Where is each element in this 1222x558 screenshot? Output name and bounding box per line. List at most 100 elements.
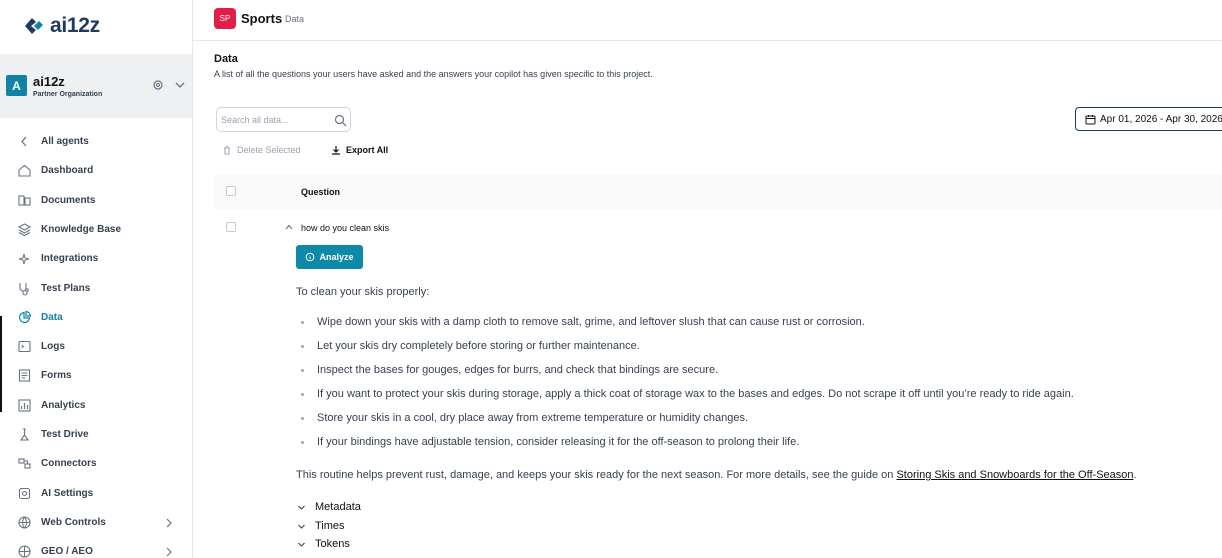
info-circle-icon: [306, 252, 315, 262]
main-content: Data A list of all the questions your us…: [193, 41, 1222, 558]
brand-name: ai12z: [50, 14, 100, 37]
connectors-icon: [18, 458, 31, 469]
chevron-down-icon: [298, 542, 305, 547]
sidebar-item-integrations[interactable]: Integrations: [0, 244, 192, 273]
org-name: ai12z: [33, 74, 65, 89]
table-header: Question: [214, 175, 1222, 209]
project-name[interactable]: Sports: [241, 11, 282, 26]
trash-icon: [224, 146, 230, 155]
sidebar-item-connectors[interactable]: Connectors: [0, 449, 192, 478]
project-header: SP Sports Data: [193, 0, 1222, 41]
sidebar-item-test-plans[interactable]: Test Plans: [0, 274, 192, 303]
test-drive-icon: [19, 428, 30, 441]
sidebar-item-ai-settings[interactable]: AI Settings: [0, 479, 192, 508]
sidebar-item-label: GEO / AEO: [41, 546, 93, 557]
pie-chart-icon: [18, 310, 32, 324]
list-item-text: Inspect the bases for gouges, edges for …: [317, 364, 719, 376]
sidebar-item-dashboard[interactable]: Dashboard: [0, 156, 192, 185]
list-item-text: If you want to protect your skis during …: [317, 388, 1074, 400]
sidebar-item-analytics[interactable]: Analytics: [0, 391, 192, 420]
page-title: Data: [214, 53, 238, 65]
sidebar-item-documents[interactable]: Documents: [0, 186, 192, 215]
sidebar-item-label: Test Drive: [41, 429, 89, 440]
chevron-down-icon[interactable]: [174, 79, 186, 91]
sidebar-item-label: Forms: [41, 370, 72, 381]
sidebar-item-label: Logs: [41, 341, 65, 352]
layers-icon: [17, 223, 32, 237]
select-all-checkbox[interactable]: [226, 186, 236, 196]
sidebar-item-label: Integrations: [41, 253, 99, 264]
section-metadata[interactable]: Metadata: [297, 501, 361, 513]
sidebar-item-label: AI Settings: [41, 488, 94, 499]
chevron-left-icon: [21, 136, 27, 147]
sidebar-item-label: All agents: [41, 136, 89, 147]
column-header-question[interactable]: Question: [301, 187, 340, 197]
documents-icon: [18, 195, 31, 206]
analytics-icon: [18, 399, 31, 412]
form-icon: [18, 369, 31, 382]
analyze-label: Analyze: [319, 252, 354, 262]
chevron-right-icon[interactable]: [164, 546, 174, 558]
section-tokens[interactable]: Tokens: [297, 538, 350, 550]
answer-intro: To clean your skis properly:: [296, 286, 430, 298]
sidebar-item-web-controls[interactable]: Web Controls: [0, 508, 192, 537]
search-icon[interactable]: [334, 114, 347, 127]
bullet-dot: [301, 393, 304, 396]
bullet-dot: [301, 345, 304, 348]
date-range-picker[interactable]: Apr 01, 2026 - Apr 30, 2026: [1075, 107, 1222, 131]
answer-outro-text: This routine helps prevent rust, damage,…: [296, 469, 897, 481]
stethoscope-icon: [19, 283, 29, 296]
geo-icon: [18, 545, 31, 558]
export-all-label: Export All: [346, 145, 389, 155]
sidebar-item-forms[interactable]: Forms: [0, 361, 192, 390]
sidebar-item-knowledge-base[interactable]: Knowledge Base: [0, 215, 192, 244]
sidebar-item-geo-aeo[interactable]: GEO / AEO: [0, 537, 192, 558]
chevron-up-icon[interactable]: [284, 223, 294, 231]
list-item-text: Let your skis dry completely before stor…: [317, 340, 640, 352]
terminal-icon: [18, 340, 31, 353]
org-switcher[interactable]: A ai12z Partner Organization: [0, 54, 192, 118]
section-times[interactable]: Times: [297, 520, 345, 532]
org-subtitle: Partner Organization: [33, 91, 103, 98]
export-all-button[interactable]: Export All: [331, 145, 388, 155]
sidebar-item-label: Web Controls: [41, 517, 106, 528]
list-item-text: Store your skis in a cool, dry place awa…: [317, 412, 749, 424]
list-item-text: If your bindings have adjustable tension…: [317, 436, 800, 448]
sidebar-item-label: Knowledge Base: [41, 224, 122, 235]
date-range-text: Apr 01, 2026 - Apr 30, 2026: [1100, 114, 1222, 125]
sidebar-item-label: Test Plans: [41, 283, 91, 294]
sidebar: ai12z A ai12z Partner Organization All a…: [0, 0, 193, 558]
delete-selected-label: Delete Selected: [237, 145, 301, 155]
brand-logo[interactable]: ai12z: [22, 14, 100, 38]
list-item-text: Wipe down your skis with a damp cloth to…: [317, 316, 865, 328]
answer-outro: This routine helps prevent rust, damage,…: [296, 469, 1137, 481]
analyze-button[interactable]: Analyze: [296, 245, 363, 269]
chevron-down-icon: [298, 505, 305, 510]
chevron-right-icon[interactable]: [164, 517, 174, 529]
chevron-down-icon: [298, 524, 305, 529]
sparkles-icon: [18, 253, 30, 265]
sidebar-item-label: Data: [41, 312, 63, 323]
section-label: Times: [315, 520, 345, 532]
sidebar-item-label: Documents: [41, 195, 96, 206]
sidebar-item-logs[interactable]: Logs: [0, 332, 192, 361]
delete-selected-button[interactable]: Delete Selected: [222, 145, 301, 155]
search-input[interactable]: [221, 112, 331, 127]
bullet-dot: [301, 417, 304, 420]
row-checkbox[interactable]: [226, 222, 236, 232]
search-box[interactable]: [216, 107, 351, 132]
sidebar-item-label: Dashboard: [41, 165, 94, 176]
bullet-dot: [301, 369, 304, 372]
calendar-icon: [1085, 115, 1096, 125]
sidebar-item-label: Connectors: [41, 458, 97, 469]
guide-link[interactable]: Storing Skis and Snowboards for the Off-…: [896, 469, 1133, 481]
sidebar-item-test-drive[interactable]: Test Drive: [0, 420, 192, 449]
answer-outro-suffix: .: [1133, 469, 1137, 481]
project-badge: SP: [214, 8, 236, 29]
sidebar-item-data[interactable]: Data: [0, 303, 192, 332]
org-avatar: A: [6, 75, 27, 96]
page-description: A list of all the questions your users h…: [214, 69, 653, 79]
sidebar-item-all-agents[interactable]: All agents: [0, 127, 192, 156]
gear-icon[interactable]: [152, 79, 164, 91]
breadcrumb: Data: [285, 14, 305, 24]
